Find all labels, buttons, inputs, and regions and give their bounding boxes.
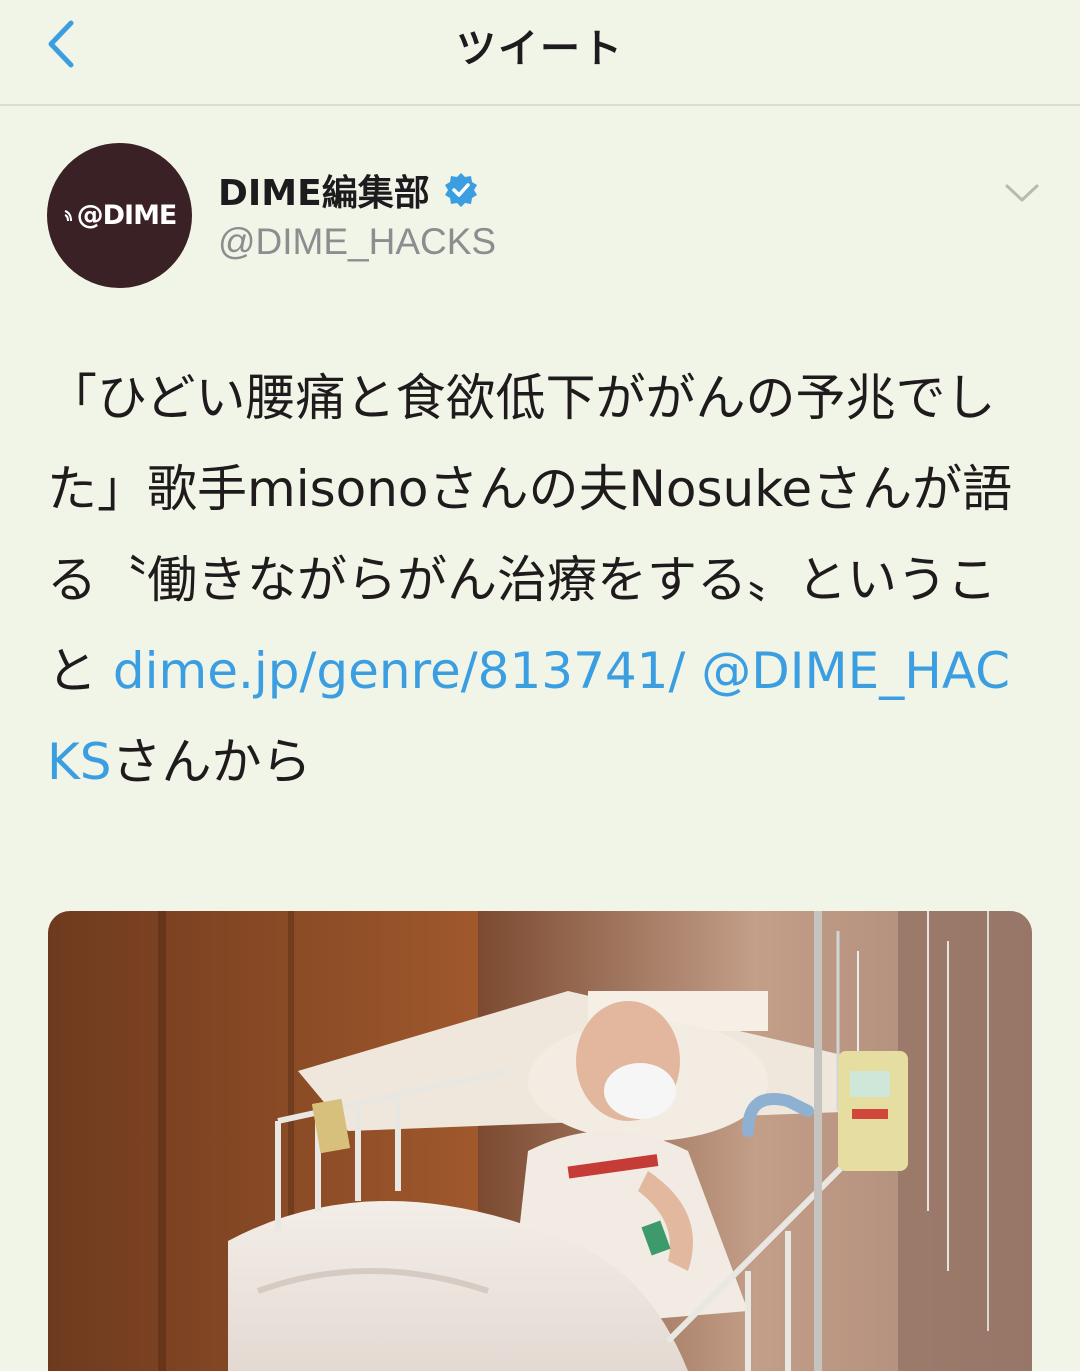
tweet-link[interactable]: dime.jp/genre/813741/ [113, 642, 685, 700]
signal-icon [63, 209, 75, 223]
author-handle[interactable]: @DIME_HACKS [218, 221, 496, 263]
author-name[interactable]: DIME編集部 [218, 164, 430, 216]
nav-bar: ツイート [0, 0, 1080, 106]
tweet-media-photo[interactable] [48, 911, 1032, 1371]
more-options-button[interactable] [1000, 180, 1044, 210]
tweet-body-suffix: さんから [111, 733, 312, 791]
avatar-label: @DIME [76, 200, 178, 231]
author-name-row: DIME編集部 [218, 164, 480, 216]
chevron-down-icon [1004, 182, 1040, 208]
avatar-logo: @DIME [63, 200, 177, 231]
avatar[interactable]: @DIME [47, 143, 192, 288]
verified-badge-icon [442, 171, 480, 209]
tweet-text: 「ひどい腰痛と食欲低下ががんの予兆でした」歌手misonoさんの夫Nosukeさ… [47, 353, 1037, 808]
page-title: ツイート [456, 26, 624, 72]
